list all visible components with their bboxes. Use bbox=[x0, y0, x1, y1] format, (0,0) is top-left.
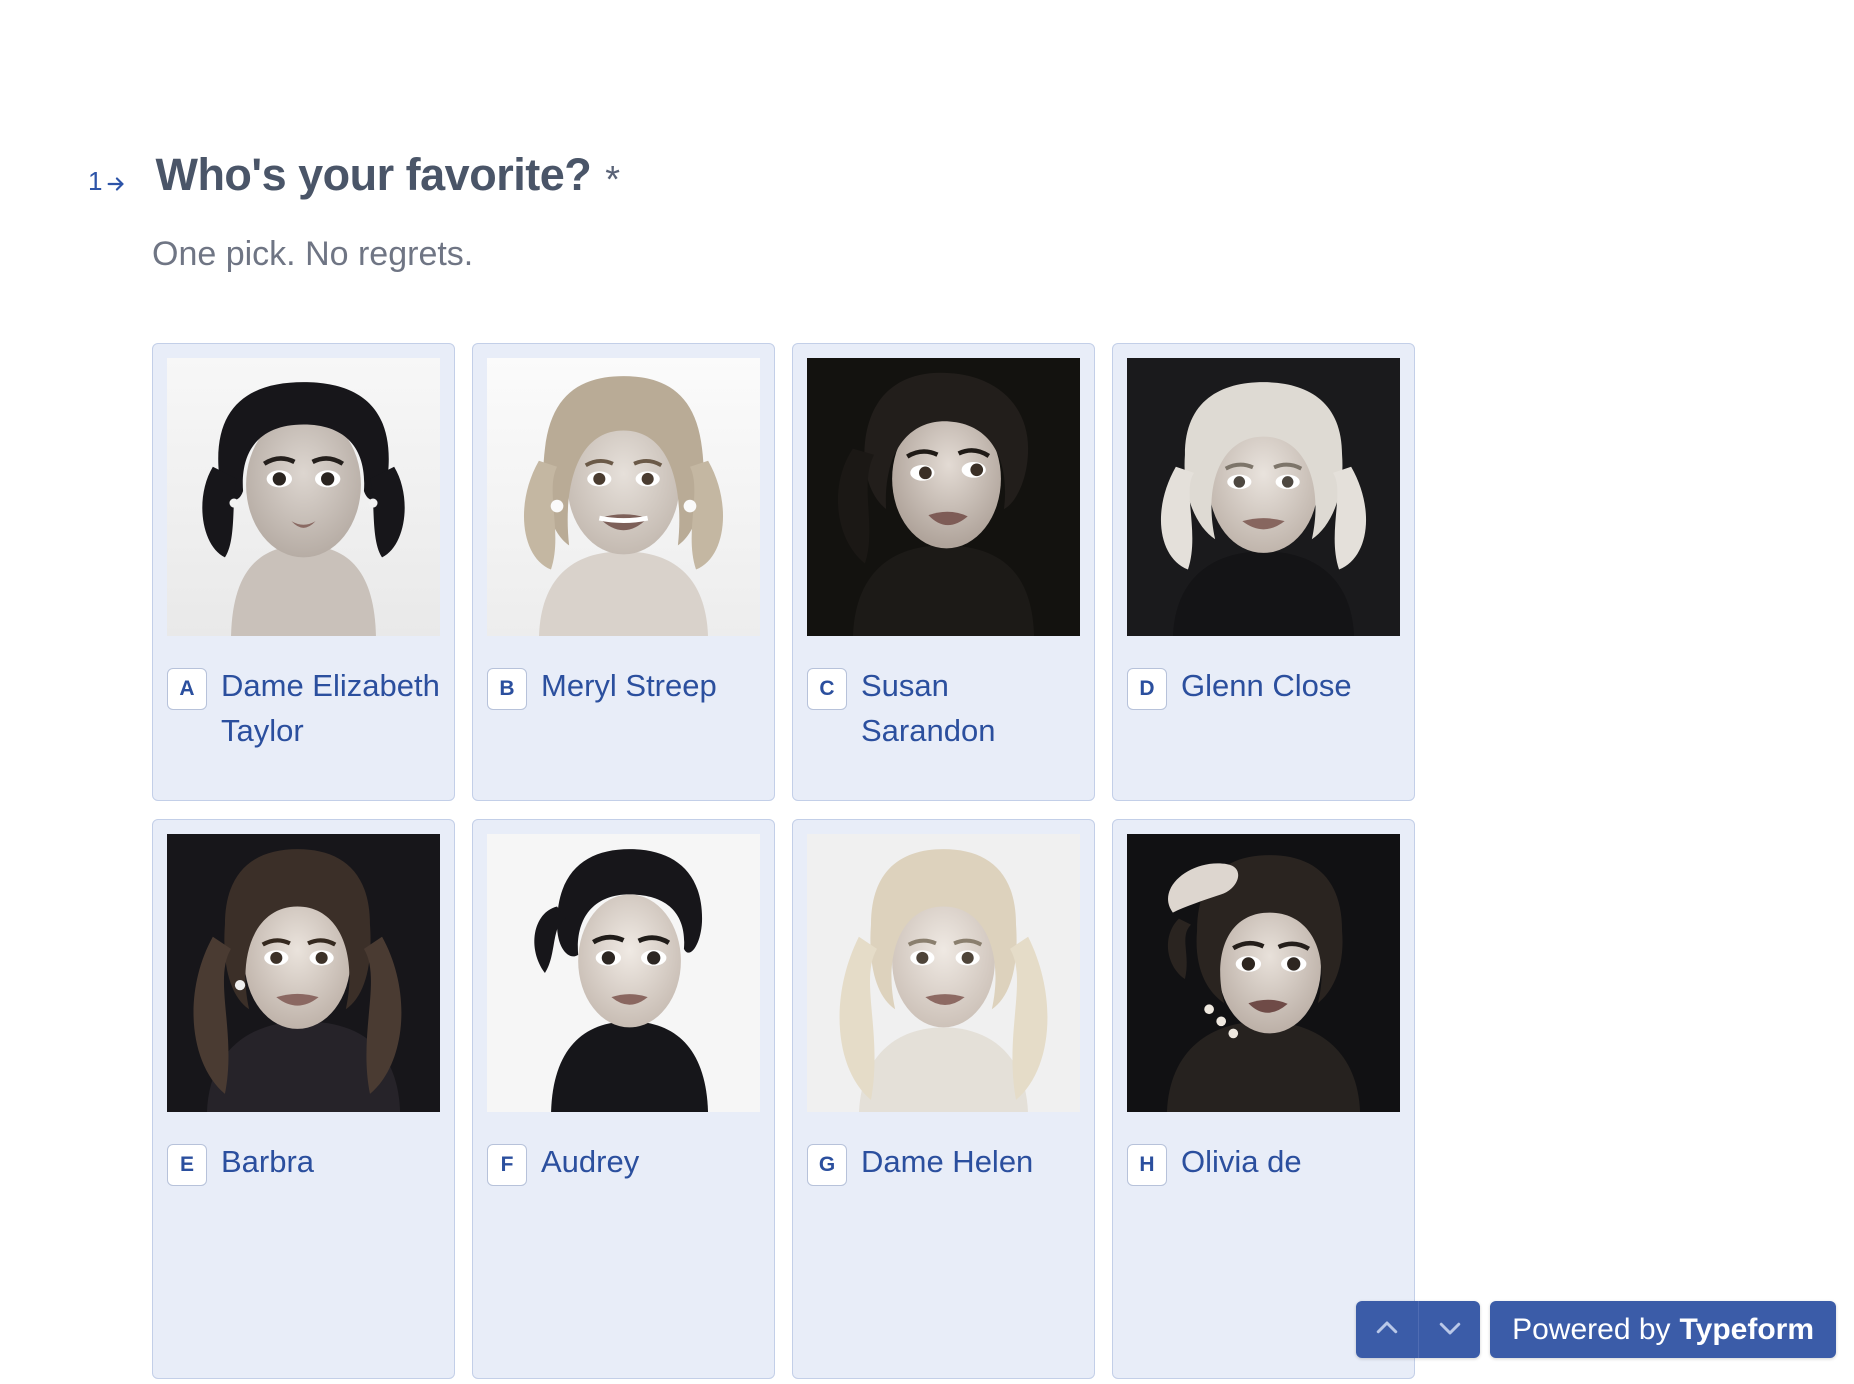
choice-card-d[interactable]: D Glenn Close bbox=[1112, 343, 1415, 801]
choice-key-badge-c: C bbox=[807, 668, 847, 710]
chevron-up-icon bbox=[1372, 1313, 1402, 1346]
choice-card-a[interactable]: A Dame Elizabeth Taylor bbox=[152, 343, 455, 801]
choice-label-c: Susan Sarandon bbox=[861, 668, 996, 748]
choice-card-g[interactable]: G Dame Helen bbox=[792, 819, 1095, 1379]
choice-card-e[interactable]: E Barbra bbox=[152, 819, 455, 1379]
arrow-right-icon bbox=[105, 173, 127, 195]
choice-label-d: Glenn Close bbox=[1181, 668, 1352, 703]
question-number-value: 1 bbox=[88, 166, 103, 196]
choice-label-row-f: F Audrey bbox=[487, 1140, 760, 1186]
choice-label-a: Dame Elizabeth Taylor bbox=[221, 668, 440, 748]
brand-prefix-label: Powered by bbox=[1512, 1312, 1671, 1346]
powered-by-typeform-badge[interactable]: Powered by Typeform bbox=[1490, 1301, 1836, 1358]
choice-label-row-a: A Dame Elizabeth Taylor bbox=[167, 664, 440, 754]
chevron-down-icon bbox=[1435, 1313, 1465, 1346]
nav-down-button[interactable] bbox=[1418, 1301, 1481, 1358]
brand-name-label: Typeform bbox=[1679, 1312, 1814, 1346]
choice-card-b[interactable]: B Meryl Streep bbox=[472, 343, 775, 801]
question-header: 1 Who's your favorite? * bbox=[88, 149, 621, 201]
choice-image-h bbox=[1127, 834, 1400, 1112]
question-number: 1 bbox=[88, 154, 127, 194]
choice-card-c[interactable]: C Susan Sarandon bbox=[792, 343, 1095, 801]
choice-image-a bbox=[167, 358, 440, 636]
choice-image-e bbox=[167, 834, 440, 1112]
choice-image-g bbox=[807, 834, 1080, 1112]
choice-label-row-b: B Meryl Streep bbox=[487, 664, 760, 710]
choice-key-badge-f: F bbox=[487, 1144, 527, 1186]
choice-card-h[interactable]: H Olivia de bbox=[1112, 819, 1415, 1379]
footer-controls: Powered by Typeform bbox=[1356, 1301, 1836, 1358]
choice-key-badge-g: G bbox=[807, 1144, 847, 1186]
choice-image-b bbox=[487, 358, 760, 636]
nav-button-group bbox=[1356, 1301, 1481, 1358]
question-subtitle: One pick. No regrets. bbox=[152, 235, 474, 273]
choice-key-badge-h: H bbox=[1127, 1144, 1167, 1186]
choice-key-badge-d: D bbox=[1127, 668, 1167, 710]
choice-label-b: Meryl Streep bbox=[541, 668, 717, 703]
choice-label-e: Barbra bbox=[221, 1144, 315, 1179]
choice-label-f: Audrey bbox=[541, 1144, 640, 1179]
choice-key-badge-e: E bbox=[167, 1144, 207, 1186]
choice-image-f bbox=[487, 834, 760, 1112]
choice-grid: A Dame Elizabeth Taylor B Meryl Streep C… bbox=[152, 343, 1418, 1379]
choice-label-row-d: D Glenn Close bbox=[1127, 664, 1400, 710]
choice-label-row-e: E Barbra bbox=[167, 1140, 440, 1186]
choice-image-c bbox=[807, 358, 1080, 636]
choice-label-row-h: H Olivia de bbox=[1127, 1140, 1400, 1186]
typeform-question-page: 1 Who's your favorite? * One pick. No re… bbox=[0, 0, 1854, 1384]
choice-key-badge-a: A bbox=[167, 668, 207, 710]
choice-key-badge-b: B bbox=[487, 668, 527, 710]
required-marker: * bbox=[605, 159, 621, 201]
choice-label-g: Dame Helen bbox=[861, 1144, 1034, 1179]
choice-label-row-c: C Susan Sarandon bbox=[807, 664, 1080, 754]
choice-label-row-g: G Dame Helen bbox=[807, 1140, 1080, 1186]
choice-image-d bbox=[1127, 358, 1400, 636]
page-title: Who's your favorite? bbox=[155, 149, 592, 200]
choice-card-f[interactable]: F Audrey bbox=[472, 819, 775, 1379]
choice-label-h: Olivia de bbox=[1181, 1144, 1302, 1179]
nav-up-button[interactable] bbox=[1356, 1301, 1419, 1358]
